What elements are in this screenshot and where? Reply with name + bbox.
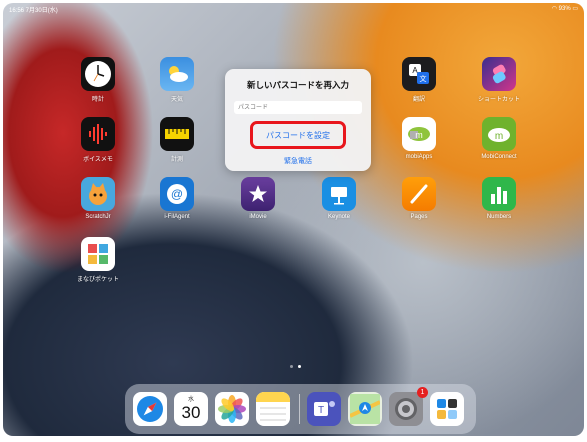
scratchjr-icon [81, 177, 115, 211]
app-keynote[interactable]: Keynote [317, 177, 361, 220]
status-bar: 16:56 7月30日(水) ◠ 93% ▭ [9, 5, 578, 15]
app-voice-memos[interactable]: ボイスメモ [76, 117, 120, 163]
imovie-icon [241, 177, 275, 211]
shortcuts-icon [482, 57, 516, 91]
dock-teams[interactable]: T [307, 392, 341, 426]
app-label: Pages [410, 214, 428, 220]
app-manabi-pocket[interactable]: まなびポケット [76, 237, 120, 283]
dock-settings[interactable] [389, 392, 423, 426]
passcode-input[interactable] [234, 101, 362, 114]
voice-memos-icon [81, 117, 115, 151]
app-label: Keynote [327, 214, 351, 220]
notification-badge: 1 [417, 387, 428, 398]
dock-photos[interactable] [215, 392, 249, 426]
svg-text:@: @ [171, 187, 183, 201]
safari-icon [137, 396, 163, 422]
mobiconnect-icon: m [482, 117, 516, 151]
numbers-icon [482, 177, 516, 211]
svg-text:T: T [318, 405, 324, 416]
app-library-icon [437, 399, 457, 419]
app-pages[interactable]: Pages [397, 177, 441, 220]
photos-icon [218, 395, 246, 423]
svg-text:m: m [495, 131, 503, 142]
emergency-call-link[interactable]: 緊急電話 [225, 156, 371, 166]
page-dot [290, 365, 293, 368]
app-label: Numbers [486, 214, 512, 220]
svg-text:文: 文 [420, 74, 427, 83]
app-clock[interactable]: 時計 [76, 57, 120, 103]
dock: 水 30 T 1 [125, 384, 476, 434]
set-passcode-button[interactable]: パスコードを設定 [250, 121, 346, 149]
app-label: ボイスメモ [83, 157, 113, 163]
app-label: 計測 [170, 157, 183, 163]
app-numbers[interactable]: Numbers [477, 177, 521, 220]
app-scratchjr[interactable]: ScratchJr [76, 177, 120, 220]
app-mobiapps[interactable]: m mobiApps [397, 117, 441, 160]
status-battery: ◠ 93% ▭ [552, 5, 578, 12]
dialog-title: 新しいパスコードを再入力 [246, 80, 349, 90]
page-indicator[interactable] [290, 365, 306, 369]
manabi-pocket-icon [81, 237, 115, 271]
clock-icon [81, 57, 115, 91]
dock-app-library[interactable] [430, 392, 464, 426]
app-label: 翻訳 [412, 97, 425, 103]
app-label: ショートカット [477, 97, 520, 103]
gear-icon [395, 398, 417, 420]
dock-notes[interactable] [256, 392, 290, 426]
passcode-dialog: 新しいパスコードを再入力 パスコードを設定 緊急電話 [225, 69, 371, 171]
mobiapps-icon: m [402, 117, 436, 151]
app-label: ScratchJr [85, 214, 111, 220]
pages-icon [402, 177, 436, 211]
maps-icon [350, 394, 380, 424]
dock-maps[interactable] [348, 392, 382, 426]
dock-safari[interactable] [133, 392, 167, 426]
ipad-home-screen: 16:56 7月30日(水) ◠ 93% ▭ 時計 天気 A文 翻訳 ショートカ… [3, 3, 584, 436]
dock-separator [299, 394, 300, 424]
measure-icon [160, 117, 194, 151]
app-label: 天気 [170, 97, 183, 103]
app-label: mobiApps [405, 154, 433, 160]
notes-icon [256, 392, 290, 421]
translate-icon: A文 [402, 57, 436, 91]
app-label: MobiConnect [481, 154, 517, 160]
page-dot-active [298, 365, 301, 368]
app-translate[interactable]: A文 翻訳 [397, 57, 441, 103]
svg-text:m: m [415, 130, 423, 140]
teams-icon: T [314, 401, 335, 416]
app-weather[interactable]: 天気 [155, 57, 199, 103]
app-measure[interactable]: 計測 [155, 117, 199, 163]
calendar-day: 30 [181, 402, 201, 422]
app-imovie[interactable]: iMovie [236, 177, 280, 220]
app-label: i-FilAgent [164, 214, 190, 220]
battery-icon: ▭ [572, 6, 578, 12]
app-label: iMovie [249, 214, 267, 220]
battery-percentage: 93% [558, 6, 571, 12]
app-mobiconnect[interactable]: m MobiConnect [477, 117, 521, 160]
app-shortcuts[interactable]: ショートカット [477, 57, 521, 103]
i-filagent-icon: @ [160, 177, 194, 211]
wifi-icon: ◠ [551, 6, 557, 12]
keynote-icon [322, 177, 356, 211]
app-label: 時計 [91, 97, 104, 103]
app-i-filagent[interactable]: @ i-FilAgent [155, 177, 199, 220]
status-time-date: 16:56 7月30日(水) [9, 8, 58, 14]
app-label: まなびポケット [76, 277, 119, 283]
weather-icon [160, 57, 194, 91]
dock-calendar[interactable]: 水 30 [174, 392, 208, 426]
